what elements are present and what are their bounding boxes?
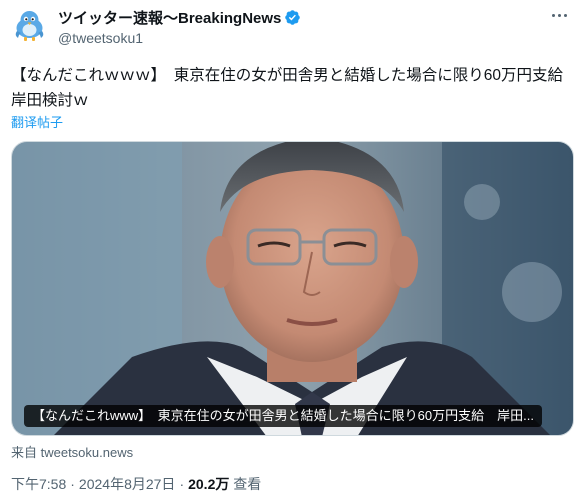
tweet-meta: 下午7:58 · 2024年8月27日 · 20.2万 查看 (11, 474, 261, 494)
bird-avatar-icon (11, 7, 48, 44)
translate-post-link[interactable]: 翻译帖子 (11, 112, 63, 131)
more-dot-icon (551, 13, 555, 17)
more-dot-icon (563, 13, 567, 17)
more-dot-icon (557, 13, 561, 17)
meta-separator: · (70, 476, 75, 492)
verified-badge-icon (285, 9, 301, 25)
news-photo (12, 142, 573, 435)
card-source-link[interactable]: 来自 tweetsoku.news (11, 442, 133, 461)
views-count: 20.2万 (188, 476, 230, 492)
tweet-header: ツイッター速報〜BreakingNews @tweetsoku1 (58, 7, 528, 46)
tweet-time[interactable]: 下午7:58 (11, 476, 66, 492)
tweet-date[interactable]: 2024年8月27日 (79, 476, 176, 492)
views-label: 查看 (233, 476, 262, 492)
author-handle[interactable]: @tweetsoku1 (58, 30, 528, 46)
tweet: ツイッター速報〜BreakingNews @tweetsoku1 【なんだこれｗ… (0, 0, 583, 498)
tweet-text: 【なんだこれｗｗｗ】 東京在住の女が田舎男と結婚した場合に限り60万円支給 岸田… (11, 67, 579, 109)
more-options-button[interactable] (545, 4, 573, 26)
author-display-name[interactable]: ツイッター速報〜BreakingNews (58, 7, 281, 28)
author-avatar[interactable] (11, 7, 48, 44)
name-row: ツイッター速報〜BreakingNews (58, 7, 528, 27)
link-card[interactable]: 【なんだこれwww】 東京在住の女が田舎男と結婚した場合に限り60万円支給 岸田… (11, 141, 574, 436)
card-caption: 【なんだこれwww】 東京在住の女が田舎男と結婚した場合に限り60万円支給 岸田… (24, 405, 542, 427)
meta-separator: · (179, 476, 185, 492)
